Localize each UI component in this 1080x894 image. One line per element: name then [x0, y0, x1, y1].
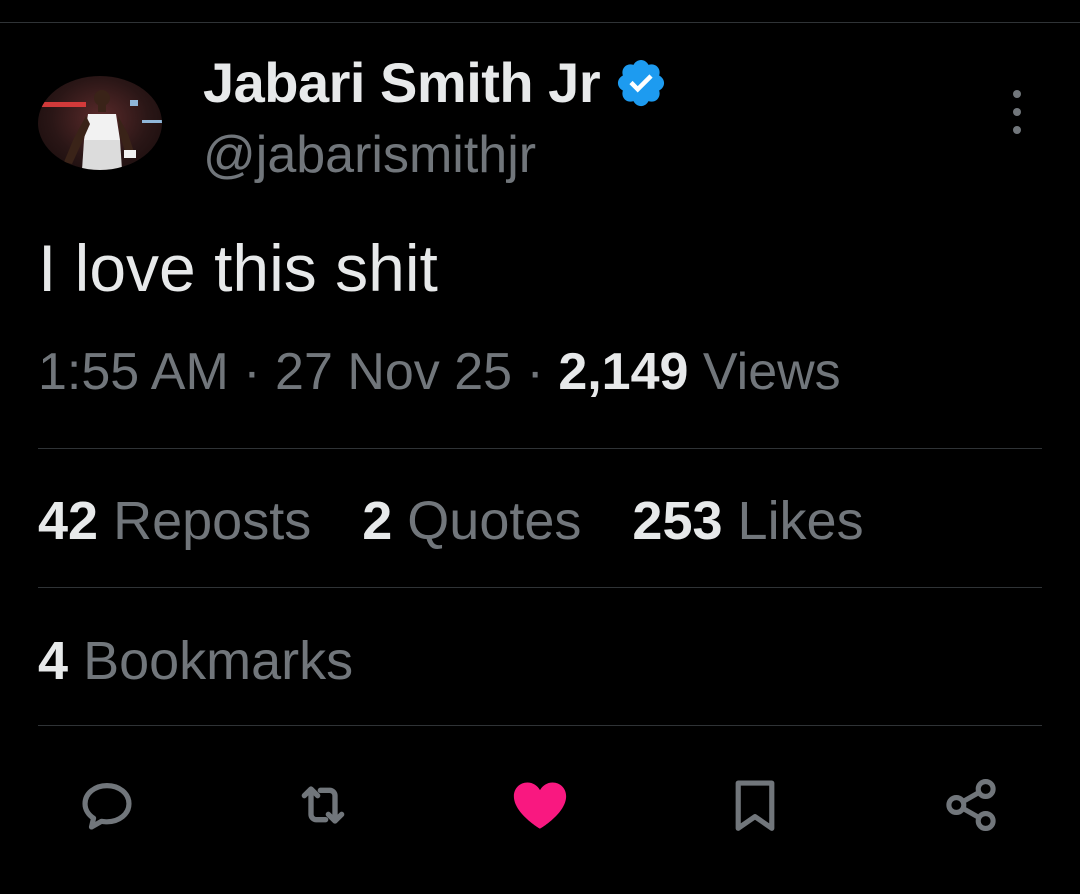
avatar-photo [38, 90, 162, 170]
reposts-label: Reposts [113, 491, 312, 551]
tweet-date[interactable]: 27 Nov 25 [275, 343, 512, 401]
verified-badge-icon [618, 59, 665, 106]
more-dot-icon [1013, 90, 1021, 98]
more-dot-icon [1013, 108, 1021, 116]
reply-button[interactable] [72, 770, 142, 840]
engagement-stats: 42 Reposts 2 Quotes 253 Likes [38, 490, 900, 552]
tweet-text: I love this shit [38, 231, 438, 305]
likes-label: Likes [737, 491, 864, 551]
quotes-label: Quotes [407, 491, 582, 551]
meta-separator: · [243, 343, 261, 401]
divider [38, 448, 1042, 449]
bookmark-icon [735, 780, 775, 831]
reposts-stat[interactable]: 42 Reposts [38, 490, 311, 552]
meta-separator: · [526, 343, 544, 401]
views-label: Views [702, 343, 841, 401]
more-options-button[interactable] [1004, 90, 1030, 134]
speech-bubble-icon [82, 783, 132, 830]
more-dot-icon [1013, 126, 1021, 134]
share-nodes-icon [946, 779, 996, 831]
heart-filled-icon [513, 782, 567, 829]
share-button[interactable] [936, 770, 1006, 840]
handle[interactable]: @jabarismithjr [203, 125, 536, 185]
repost-arrows-icon [301, 786, 345, 824]
likes-stat[interactable]: 253 Likes [632, 490, 863, 552]
tweet-time[interactable]: 1:55 AM [38, 343, 229, 401]
divider [38, 587, 1042, 588]
display-name-text: Jabari Smith Jr [203, 51, 601, 114]
views-count: 2,149 [558, 343, 689, 401]
bookmarks-stat: 4 Bookmarks [38, 630, 353, 692]
bookmark-button[interactable] [720, 770, 790, 840]
repost-button[interactable] [288, 770, 358, 840]
avatar[interactable] [38, 76, 162, 170]
bookmarks-label: Bookmarks [83, 631, 354, 691]
divider [38, 725, 1042, 726]
top-divider [0, 22, 1080, 23]
display-name[interactable]: Jabari Smith Jr [203, 50, 668, 115]
quotes-stat[interactable]: 2 Quotes [362, 490, 581, 552]
like-button[interactable] [505, 770, 575, 840]
bookmarks-count: 4 [38, 631, 69, 691]
tweet-meta: 1:55 AM · 27 Nov 25 · 2,149 Views [38, 342, 841, 402]
quotes-count: 2 [362, 491, 393, 551]
likes-count: 253 [632, 491, 723, 551]
action-bar [0, 770, 1080, 840]
reposts-count: 42 [38, 491, 99, 551]
